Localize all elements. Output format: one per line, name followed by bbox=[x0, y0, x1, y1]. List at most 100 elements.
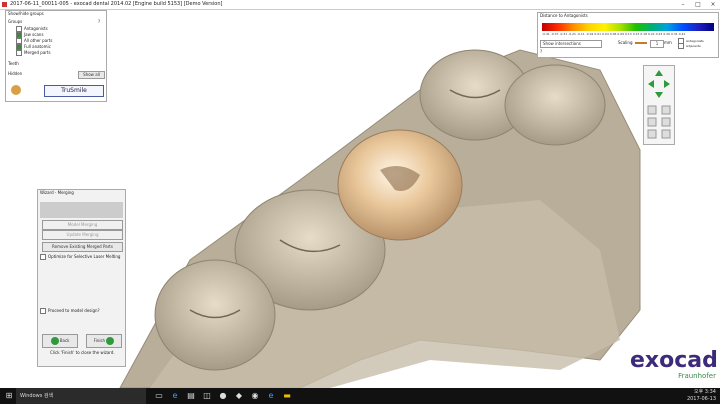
hidden-label: Hidden bbox=[8, 71, 23, 76]
window-title: 2017-06-11_00011-005 - exocad dental 201… bbox=[10, 1, 223, 7]
unit-label: mm bbox=[664, 40, 672, 45]
windows-start-icon[interactable]: ⊞ bbox=[4, 391, 14, 401]
adjacents-toggle[interactable]: Adjacents bbox=[678, 43, 701, 49]
scale-label: -0.41 bbox=[542, 32, 550, 36]
exocad-taskbar-icon[interactable]: ◉ bbox=[250, 391, 260, 401]
distance-help-button[interactable]: ? bbox=[540, 49, 542, 55]
view-top-icon[interactable] bbox=[647, 129, 657, 139]
wizard-progress-area bbox=[40, 202, 123, 218]
scale-label: 0.06 bbox=[609, 32, 617, 36]
adjacents-label: Adjacents bbox=[686, 44, 701, 48]
groups-panel-title: Show/hide groups bbox=[8, 11, 44, 16]
trusmile-icon bbox=[11, 85, 21, 95]
scale-label: -0.02 bbox=[585, 32, 594, 36]
scale-label: 0.31 bbox=[670, 32, 678, 36]
view-back-icon[interactable] bbox=[661, 105, 671, 115]
show-intersections-select[interactable]: Show intersections bbox=[540, 40, 602, 48]
scaling-slider[interactable] bbox=[635, 42, 647, 44]
scale-label: 0.04 bbox=[602, 32, 609, 36]
wizard-hint: Click 'Finish' to close the wizard. bbox=[50, 350, 115, 355]
navigation-icons[interactable] bbox=[644, 66, 674, 144]
clock-date: 2017-06-13 bbox=[686, 396, 716, 402]
view-navigation-panel bbox=[643, 65, 675, 145]
scale-label: 0.09 bbox=[617, 32, 625, 36]
app-icon-2[interactable]: ◆ bbox=[234, 391, 244, 401]
scale-label: 0.13 bbox=[625, 32, 632, 36]
wizard-title: Wizard - Merging bbox=[40, 190, 74, 195]
fraunhofer-logo-text: Fraunhofer bbox=[678, 372, 716, 380]
scale-label: 0.18 bbox=[640, 32, 648, 36]
scale-label: 0.26 bbox=[663, 32, 670, 36]
rotate-down-icon[interactable] bbox=[655, 92, 663, 98]
view-bottom-icon[interactable] bbox=[661, 129, 671, 139]
view-left-icon[interactable] bbox=[647, 117, 657, 127]
minimize-button[interactable]: – bbox=[676, 0, 690, 9]
group-item-merged-parts[interactable]: Merged parts bbox=[16, 50, 51, 56]
proceed-label: Proceed to model design? bbox=[48, 308, 100, 313]
optimize-slm-option[interactable]: Optimize for Selective Laser Melting bbox=[40, 254, 120, 260]
taskbar-clock[interactable]: 오후 3:34 2017-06-13 bbox=[662, 389, 716, 403]
scaling-input[interactable]: 1 bbox=[650, 40, 664, 48]
teeth-label: Teeth bbox=[8, 61, 19, 66]
group-item-label: Merged parts bbox=[24, 50, 51, 55]
rotate-right-icon[interactable] bbox=[664, 80, 670, 88]
3d-viewport[interactable]: Show/hide groups Groups ? Antagonists Ja… bbox=[0, 10, 720, 388]
ie-icon[interactable]: e bbox=[266, 391, 276, 401]
rotate-left-icon[interactable] bbox=[648, 80, 654, 88]
title-bar: 2017-06-11_00011-005 - exocad dental 201… bbox=[0, 0, 720, 10]
distance-panel-title: Distance to Antagonists bbox=[540, 13, 588, 18]
store-icon[interactable]: ◫ bbox=[202, 391, 212, 401]
groups-panel: Show/hide groups Groups ? Antagonists Ja… bbox=[5, 10, 107, 102]
group-item-label: Antagonists bbox=[24, 26, 48, 31]
back-arrow-icon bbox=[50, 337, 59, 345]
file-explorer-icon[interactable]: ▤ bbox=[186, 391, 196, 401]
proceed-checkbox[interactable] bbox=[40, 308, 46, 314]
group-item-label: All other parts bbox=[24, 38, 53, 43]
optimize-checkbox[interactable] bbox=[40, 254, 46, 260]
edge-browser-icon[interactable]: e bbox=[170, 391, 180, 401]
distance-color-scale bbox=[542, 23, 714, 31]
finish-arrow-icon bbox=[106, 337, 115, 345]
groups-help-button[interactable]: ? bbox=[98, 19, 100, 25]
trusmile-button[interactable]: TruSmile bbox=[44, 85, 104, 97]
show-all-button[interactable]: Show all bbox=[78, 71, 105, 79]
task-view-icon[interactable]: ▭ bbox=[154, 391, 164, 401]
exocad-logo-text: exocad bbox=[630, 348, 718, 373]
maximize-button[interactable]: □ bbox=[691, 0, 705, 9]
scale-label: 0.15 bbox=[632, 32, 640, 36]
windows-taskbar: ⊞ Windows 검색 ▭ e ▤ ◫ ● ◆ ◉ e ▬ 오후 3:34 2… bbox=[0, 388, 720, 404]
finish-label: Finish bbox=[93, 338, 106, 343]
merged-parts-checkbox[interactable] bbox=[16, 50, 22, 56]
distance-panel: Distance to Antagonists -0.41 -0.37 -0.3… bbox=[537, 12, 719, 58]
update-merging-button[interactable]: Update Merging bbox=[42, 230, 123, 240]
folder-icon[interactable]: ▬ bbox=[282, 391, 292, 401]
finish-button[interactable]: Finish bbox=[86, 334, 122, 348]
taskbar-search[interactable]: Windows 검색 bbox=[16, 388, 146, 404]
scale-label: 0.01 bbox=[594, 32, 602, 36]
model-merging-button[interactable]: Model Merging bbox=[42, 220, 123, 230]
back-button[interactable]: Back bbox=[42, 334, 78, 348]
proceed-option[interactable]: Proceed to model design? bbox=[40, 308, 100, 314]
scale-label: 0.23 bbox=[655, 32, 663, 36]
scale-label: 0.41 bbox=[678, 32, 686, 36]
scale-label: -0.31 bbox=[559, 32, 568, 36]
wizard-merging-panel: Wizard - Merging Model Merging Update Me… bbox=[37, 189, 126, 367]
scale-label: 0.21 bbox=[648, 32, 655, 36]
scale-label: -0.21 bbox=[568, 32, 576, 36]
scale-label: -0.37 bbox=[550, 32, 559, 36]
remove-merged-parts-button[interactable]: Remove Existing Merged Parts bbox=[42, 242, 123, 252]
close-button[interactable]: × bbox=[706, 0, 720, 9]
scaling-label: Scaling bbox=[618, 40, 633, 45]
adjacents-checkbox[interactable] bbox=[678, 43, 684, 49]
clock-time: 오후 3:34 bbox=[693, 389, 716, 395]
app-icon-1[interactable]: ● bbox=[218, 391, 228, 401]
view-front-icon[interactable] bbox=[647, 105, 657, 115]
scale-label: -0.11 bbox=[576, 32, 585, 36]
rotate-up-icon[interactable] bbox=[655, 70, 663, 76]
groups-label: Groups bbox=[8, 19, 23, 24]
group-item-label: Full anatomic bbox=[24, 44, 51, 49]
group-item-label: Jaw scans bbox=[24, 32, 44, 37]
view-right-icon[interactable] bbox=[661, 117, 671, 127]
back-label: Back bbox=[59, 338, 70, 343]
scale-labels: -0.41 -0.37 -0.31 -0.21 -0.11 -0.02 0.01… bbox=[542, 32, 714, 37]
